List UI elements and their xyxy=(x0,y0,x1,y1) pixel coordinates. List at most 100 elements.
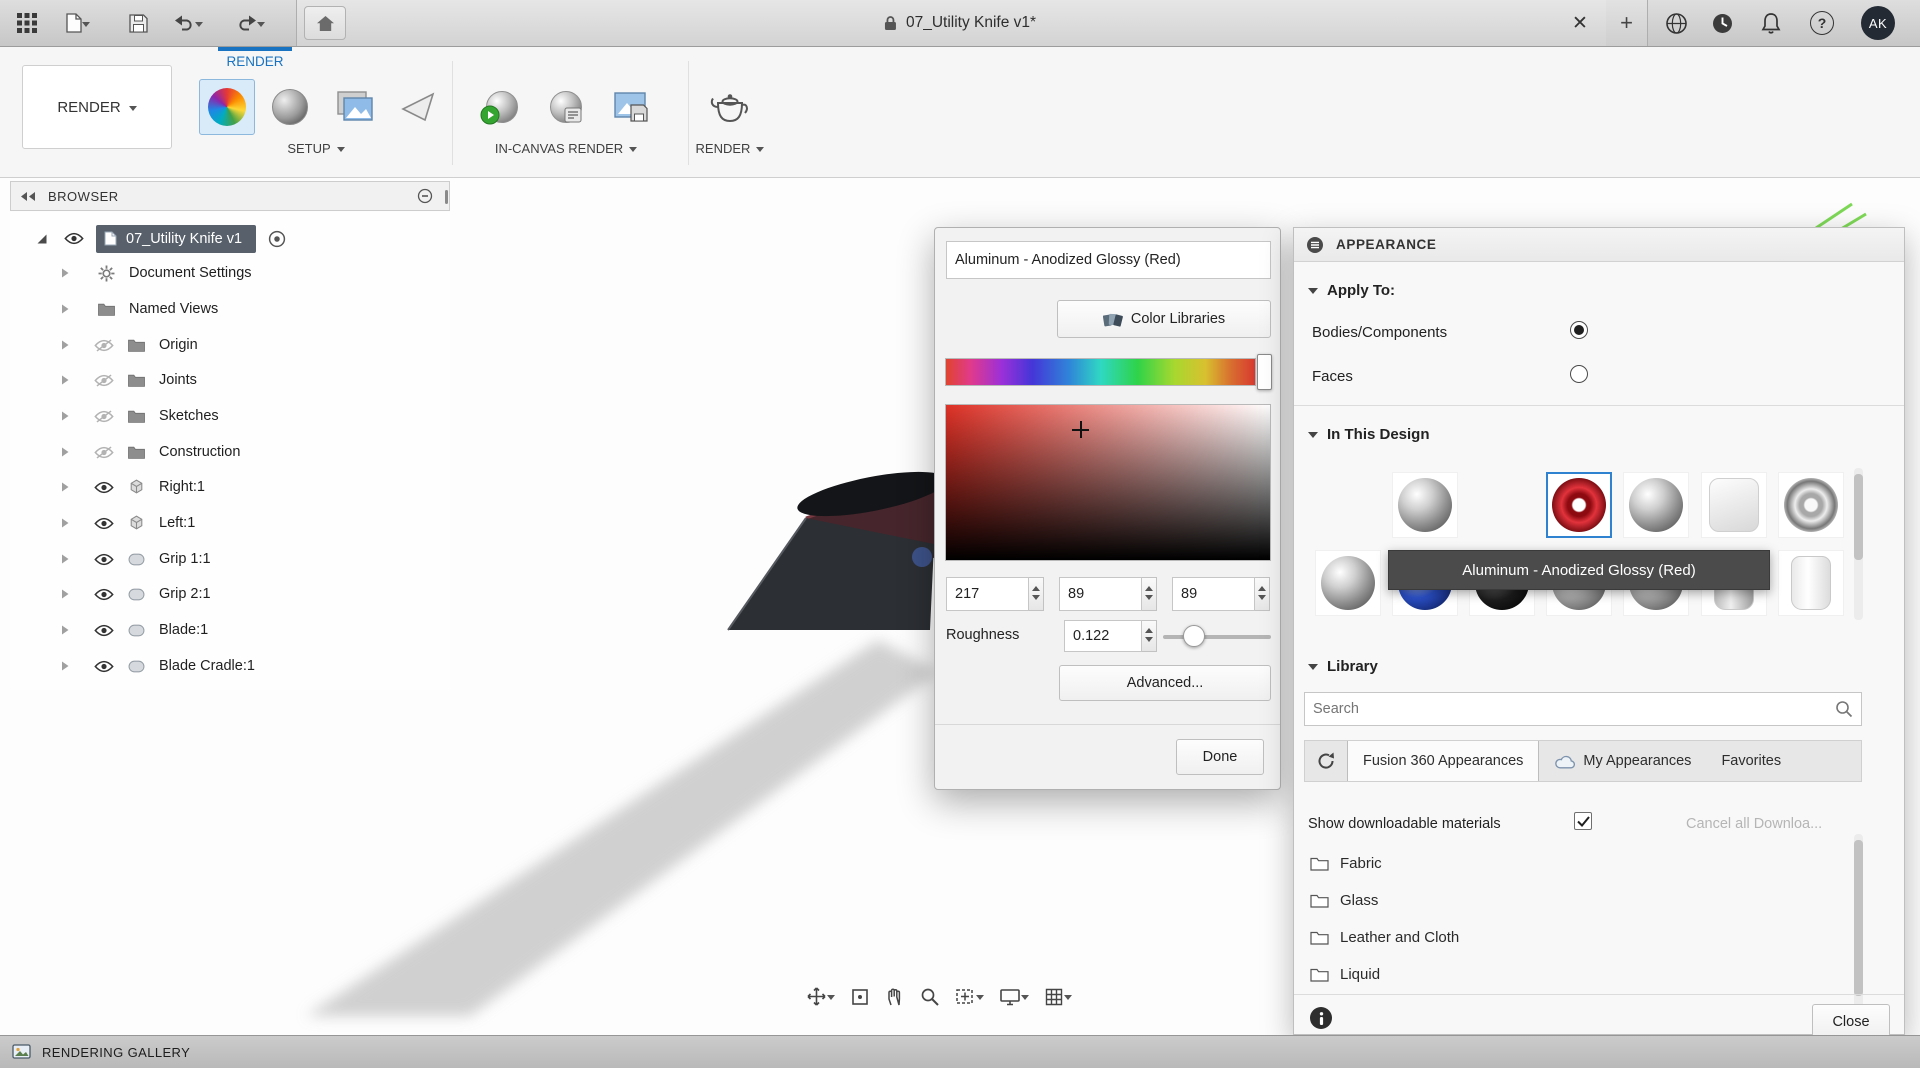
activate-component-radio[interactable] xyxy=(268,230,286,248)
visibility-eye-icon[interactable] xyxy=(94,624,114,637)
done-button[interactable]: Done xyxy=(1176,739,1264,775)
browser-item-origin[interactable]: Origin xyxy=(10,329,198,361)
info-button[interactable] xyxy=(1310,1007,1332,1029)
appearance-name-input[interactable] xyxy=(946,241,1271,279)
library-scrollbar-thumb[interactable] xyxy=(1854,840,1863,996)
disclosure-triangle[interactable] xyxy=(60,553,72,565)
extensions-button[interactable] xyxy=(1658,0,1694,46)
swatch-white-cylinder[interactable] xyxy=(1778,550,1844,616)
swatch-silver-ring[interactable] xyxy=(1778,472,1844,538)
visibility-eye-icon[interactable] xyxy=(94,481,114,494)
root-visibility-eye-icon[interactable] xyxy=(64,232,84,245)
apply-to-section-header[interactable]: Apply To: xyxy=(1308,282,1395,299)
swatch-silver-sphere[interactable] xyxy=(1315,550,1381,616)
refresh-library-button[interactable] xyxy=(1305,741,1347,781)
disclosure-triangle[interactable] xyxy=(60,374,72,386)
scene-settings-button[interactable] xyxy=(262,79,318,135)
disclosure-triangle[interactable] xyxy=(60,517,72,529)
disclosure-triangle[interactable] xyxy=(60,624,72,636)
visibility-off-eye-icon[interactable] xyxy=(94,339,114,352)
undo-button[interactable] xyxy=(164,0,212,46)
rendering-gallery-button[interactable]: RENDERING GALLERY xyxy=(42,1045,190,1060)
library-folder-leather-and-cloth[interactable]: Leather and Cloth xyxy=(1310,922,1459,952)
browser-item-blade-cradle-body[interactable]: Blade Cradle:1 xyxy=(10,650,255,682)
browser-item-named-views[interactable]: Named Views xyxy=(10,293,218,325)
roughness-slider-track[interactable] xyxy=(1163,635,1271,639)
capture-image-button[interactable] xyxy=(602,79,658,135)
green-value-stepper[interactable] xyxy=(1142,577,1157,611)
visibility-eye-icon[interactable] xyxy=(94,517,114,530)
roughness-slider-handle[interactable] xyxy=(1183,625,1205,647)
root-expand-triangle[interactable] xyxy=(36,233,48,245)
new-tab-button[interactable]: + xyxy=(1606,0,1648,46)
browser-item-joints[interactable]: Joints xyxy=(10,364,197,396)
disclosure-triangle[interactable] xyxy=(60,339,72,351)
search-icon[interactable] xyxy=(1835,700,1853,718)
library-section-header[interactable]: Library xyxy=(1308,658,1378,675)
in-canvas-render-button[interactable] xyxy=(474,79,530,135)
browser-item-right-component[interactable]: Right:1 xyxy=(10,471,205,503)
green-value-input[interactable] xyxy=(1059,577,1142,611)
orbit-button[interactable] xyxy=(806,986,835,1007)
apply-faces-radio[interactable] xyxy=(1570,365,1588,383)
search-input[interactable] xyxy=(1304,692,1862,726)
roughness-stepper[interactable] xyxy=(1142,620,1157,652)
decal-tool-button[interactable] xyxy=(390,79,446,135)
browser-item-document-settings[interactable]: Document Settings xyxy=(10,257,252,289)
pan-button[interactable] xyxy=(885,986,905,1007)
disclosure-triangle[interactable] xyxy=(60,267,72,279)
in-canvas-render-settings-button[interactable] xyxy=(538,79,594,135)
zoom-button[interactable] xyxy=(920,987,940,1007)
home-button[interactable] xyxy=(304,6,346,40)
show-downloadable-checkbox[interactable] xyxy=(1574,812,1592,830)
render-tool-button[interactable] xyxy=(702,79,758,135)
appearance-panel-header[interactable]: APPEARANCE xyxy=(1294,228,1904,262)
red-value-stepper[interactable] xyxy=(1029,577,1044,611)
save-button[interactable] xyxy=(120,0,156,46)
browser-options-icon[interactable] xyxy=(417,188,433,204)
root-selected-pill[interactable]: 07_Utility Knife v1 xyxy=(96,225,256,253)
setup-group-dropdown[interactable]: SETUP xyxy=(258,141,374,156)
workspace-switcher[interactable]: RENDER xyxy=(22,65,172,149)
disclosure-triangle[interactable] xyxy=(60,481,72,493)
close-panel-button[interactable]: Close xyxy=(1812,1004,1890,1039)
tab-fusion-appearances[interactable]: Fusion 360 Appearances xyxy=(1347,741,1539,781)
grid-settings-button[interactable] xyxy=(1044,987,1072,1007)
swatch-scrollbar-thumb[interactable] xyxy=(1854,474,1863,560)
visibility-eye-icon[interactable] xyxy=(94,660,114,673)
library-folder-glass[interactable]: Glass xyxy=(1310,885,1378,915)
blue-value-stepper[interactable] xyxy=(1255,577,1270,611)
zoom-window-button[interactable] xyxy=(955,987,984,1007)
browser-item-construction[interactable]: Construction xyxy=(10,436,240,468)
visibility-off-eye-icon[interactable] xyxy=(94,374,114,387)
browser-item-sketches[interactable]: Sketches xyxy=(10,400,219,432)
swatch-silver-sphere[interactable] xyxy=(1623,472,1689,538)
blue-value-input[interactable] xyxy=(1172,577,1255,611)
hue-slider-handle[interactable] xyxy=(1257,354,1272,390)
visibility-off-eye-icon[interactable] xyxy=(94,446,114,459)
cancel-downloads-link[interactable]: Cancel all Downloa... xyxy=(1686,816,1822,832)
roughness-input[interactable] xyxy=(1064,620,1142,652)
appearance-tool-button[interactable] xyxy=(199,79,255,135)
advanced-button[interactable]: Advanced... xyxy=(1059,665,1271,701)
swatch-silver-sphere[interactable] xyxy=(1392,472,1458,538)
disclosure-triangle[interactable] xyxy=(60,660,72,672)
notifications-button[interactable] xyxy=(1753,0,1789,46)
help-button[interactable]: ? xyxy=(1804,0,1840,46)
swatch-frosted-white[interactable] xyxy=(1701,472,1767,538)
browser-item-grip2-body[interactable]: Grip 2:1 xyxy=(10,578,211,610)
browser-root-item[interactable]: 07_Utility Knife v1 xyxy=(10,223,450,254)
panel-resize-grip[interactable] xyxy=(445,190,448,204)
redo-button[interactable] xyxy=(226,0,274,46)
job-status-button[interactable] xyxy=(1704,0,1740,46)
tab-my-appearances[interactable]: My Appearances xyxy=(1539,741,1706,781)
in-canvas-render-group-dropdown[interactable]: IN-CANVAS RENDER xyxy=(455,141,677,156)
library-folder-fabric[interactable]: Fabric xyxy=(1310,848,1382,878)
library-folder-liquid[interactable]: Liquid xyxy=(1310,959,1380,989)
visibility-off-eye-icon[interactable] xyxy=(94,410,114,423)
close-document-button[interactable]: ✕ xyxy=(1562,0,1598,46)
saturation-value-field[interactable] xyxy=(945,404,1271,561)
disclosure-triangle[interactable] xyxy=(60,303,72,315)
render-group-dropdown[interactable]: RENDER xyxy=(676,141,784,156)
disclosure-triangle[interactable] xyxy=(60,588,72,600)
